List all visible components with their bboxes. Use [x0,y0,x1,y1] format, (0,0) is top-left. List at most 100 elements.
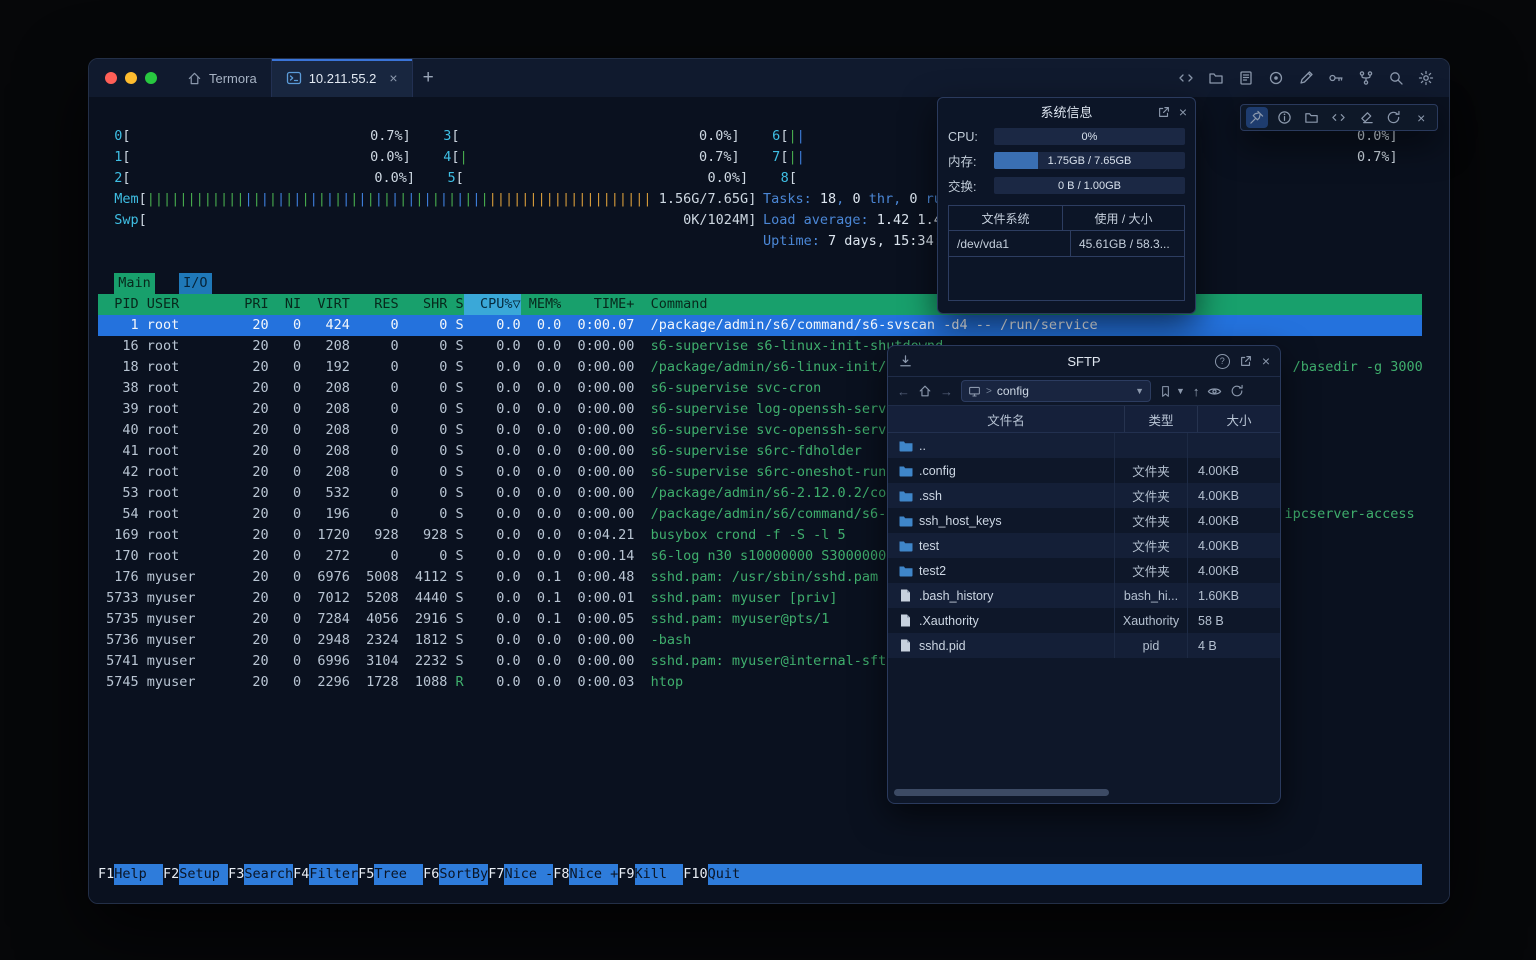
column-header-type[interactable]: 类型 [1125,406,1198,432]
screen-tab-io[interactable]: I/O [179,273,211,294]
tab-termora-home[interactable]: Termora [173,59,271,97]
home-icon[interactable] [918,384,932,398]
column-header-res[interactable]: RES [350,294,399,315]
open-external-icon[interactable] [1239,354,1253,368]
sftp-file-row[interactable]: test2文件夹4.00KB [888,558,1280,583]
back-arrow-icon[interactable]: ← [897,384,910,399]
eye-icon[interactable] [1207,384,1222,399]
open-external-icon[interactable] [1157,105,1171,119]
memory-usage-bar: 1.75GB / 7.65GB [994,152,1185,169]
swap-usage-row: 交换: 0 B / 1.00GB [938,173,1195,198]
key-icon[interactable] [1324,67,1347,90]
sftp-file-row[interactable]: test文件夹4.00KB [888,533,1280,558]
forward-arrow-icon[interactable]: → [940,384,953,399]
filesystem-table-header: 文件系统 使用 / 大小 [949,206,1184,231]
folder-icon [898,465,913,477]
process-row-selected[interactable]: 1root20042400S0.00.00:00.07/package/admi… [98,315,1422,336]
up-arrow-icon[interactable]: ↑ [1193,384,1200,399]
close-icon[interactable]: × [1262,354,1270,368]
swap-meter: Swp[0K/1024M] [114,210,756,231]
screen-tab-main[interactable]: Main [114,273,155,294]
horizontal-scrollbar [892,787,1276,799]
fork-icon[interactable] [1354,67,1377,90]
column-header-filename[interactable]: 文件名 [888,406,1125,432]
sftp-file-row[interactable]: ssh_host_keys文件夹4.00KB [888,508,1280,533]
minimize-window-button[interactable] [125,72,137,84]
bookmark-icon[interactable] [1159,385,1172,398]
sftp-file-row[interactable]: .bash_historybash_hi...1.60KB [888,583,1280,608]
column-header-size[interactable]: 大小 [1198,406,1280,432]
scrollbar-thumb[interactable] [894,789,1109,796]
transfers-icon[interactable] [898,354,913,369]
zoom-window-button[interactable] [145,72,157,84]
htop-fkey-f10[interactable]: F10Quit [683,864,756,885]
close-icon[interactable]: × [1179,105,1187,119]
column-header-pri[interactable]: PRI [228,294,269,315]
column-header-s[interactable]: S [447,294,463,315]
column-header-virt[interactable]: VIRT [301,294,350,315]
column-header-mem[interactable]: MEM% [521,294,562,315]
tab-ssh-session[interactable]: 10.211.55.2 × [271,59,413,97]
folder-icon[interactable] [1204,67,1227,90]
code-icon[interactable] [1174,67,1197,90]
column-header-shr[interactable]: SHR [399,294,448,315]
htop-fkey-f9[interactable]: F9Kill [618,864,683,885]
sftp-file-row[interactable]: .. [888,433,1280,458]
file-type: Xauthority [1115,608,1188,633]
cpu-meter-row: 2[0.0%]5[0.0%]8[0.0%] [98,168,1422,189]
help-icon[interactable]: ? [1215,354,1230,369]
settings-icon[interactable] [1414,67,1437,90]
file-size: 58 B [1188,614,1280,628]
search-icon[interactable] [1384,67,1407,90]
cpu-meter-0: 0[0.7%] [106,126,411,147]
folder-icon [898,515,913,527]
file-name: .. [919,439,926,453]
file-type: 文件夹 [1115,458,1188,483]
edit-icon[interactable] [1294,67,1317,90]
column-header-pid[interactable]: PID [98,294,139,315]
bookmark-chevron-icon[interactable]: ▼ [1176,386,1185,396]
path-dropdown[interactable]: > config ▼ [961,380,1151,402]
htop-fkey-f2[interactable]: F2Setup [163,864,228,885]
sftp-empty-area [888,658,1280,787]
column-header-ni[interactable]: NI [269,294,302,315]
sftp-file-row[interactable]: sshd.pidpid4 B [888,633,1280,658]
record-icon[interactable] [1264,67,1287,90]
column-header-time[interactable]: TIME+ [561,294,634,315]
folder-icon [898,440,913,452]
info-icon[interactable] [1273,107,1295,128]
htop-fkey-f1[interactable]: F1Help [98,864,163,885]
file-size: 4.00KB [1188,514,1280,528]
close-icon[interactable]: × [1410,107,1432,128]
column-header-cpu[interactable]: CPU%▽ [464,294,521,315]
folder-icon [898,565,913,577]
tab-label: 10.211.55.2 [309,71,377,86]
htop-fkey-f8[interactable]: F8Nice + [553,864,618,885]
htop-fkey-f7[interactable]: F7Nice - [488,864,553,885]
memory-meter: Mem[||||||||||||||||||||||||||||||||||||… [114,189,756,210]
memory-usage-row: 内存: 1.75GB / 7.65GB [938,148,1195,173]
file-type: 文件夹 [1115,483,1188,508]
code-icon[interactable] [1328,107,1350,128]
journal-icon[interactable] [1234,67,1257,90]
eraser-icon[interactable] [1355,107,1377,128]
sftp-file-row[interactable]: .ssh文件夹4.00KB [888,483,1280,508]
sftp-file-row[interactable]: .XauthorityXauthority58 B [888,608,1280,633]
refresh-icon[interactable] [1383,107,1405,128]
close-window-button[interactable] [105,72,117,84]
column-header-user[interactable]: USER [147,294,228,315]
htop-fkey-f4[interactable]: F4Filter [293,864,358,885]
htop-fkey-f3[interactable]: F3Search [228,864,293,885]
htop-fkey-f5[interactable]: F5Tree [358,864,423,885]
sftp-file-row[interactable]: .config文件夹4.00KB [888,458,1280,483]
refresh-icon[interactable] [1230,384,1244,398]
folder-icon[interactable] [1301,107,1323,128]
file-type: pid [1115,633,1188,658]
pin-icon[interactable] [1246,107,1268,128]
new-tab-button[interactable]: + [413,59,444,97]
htop-fkey-f6[interactable]: F6SortBy [423,864,488,885]
filesystem-row: /dev/vda1 45.61GB / 58.3... [949,231,1184,257]
close-tab-icon[interactable]: × [389,71,397,85]
cpu-meter-3: 3[0.0%] [435,126,740,147]
titlebar-actions [1174,59,1449,97]
